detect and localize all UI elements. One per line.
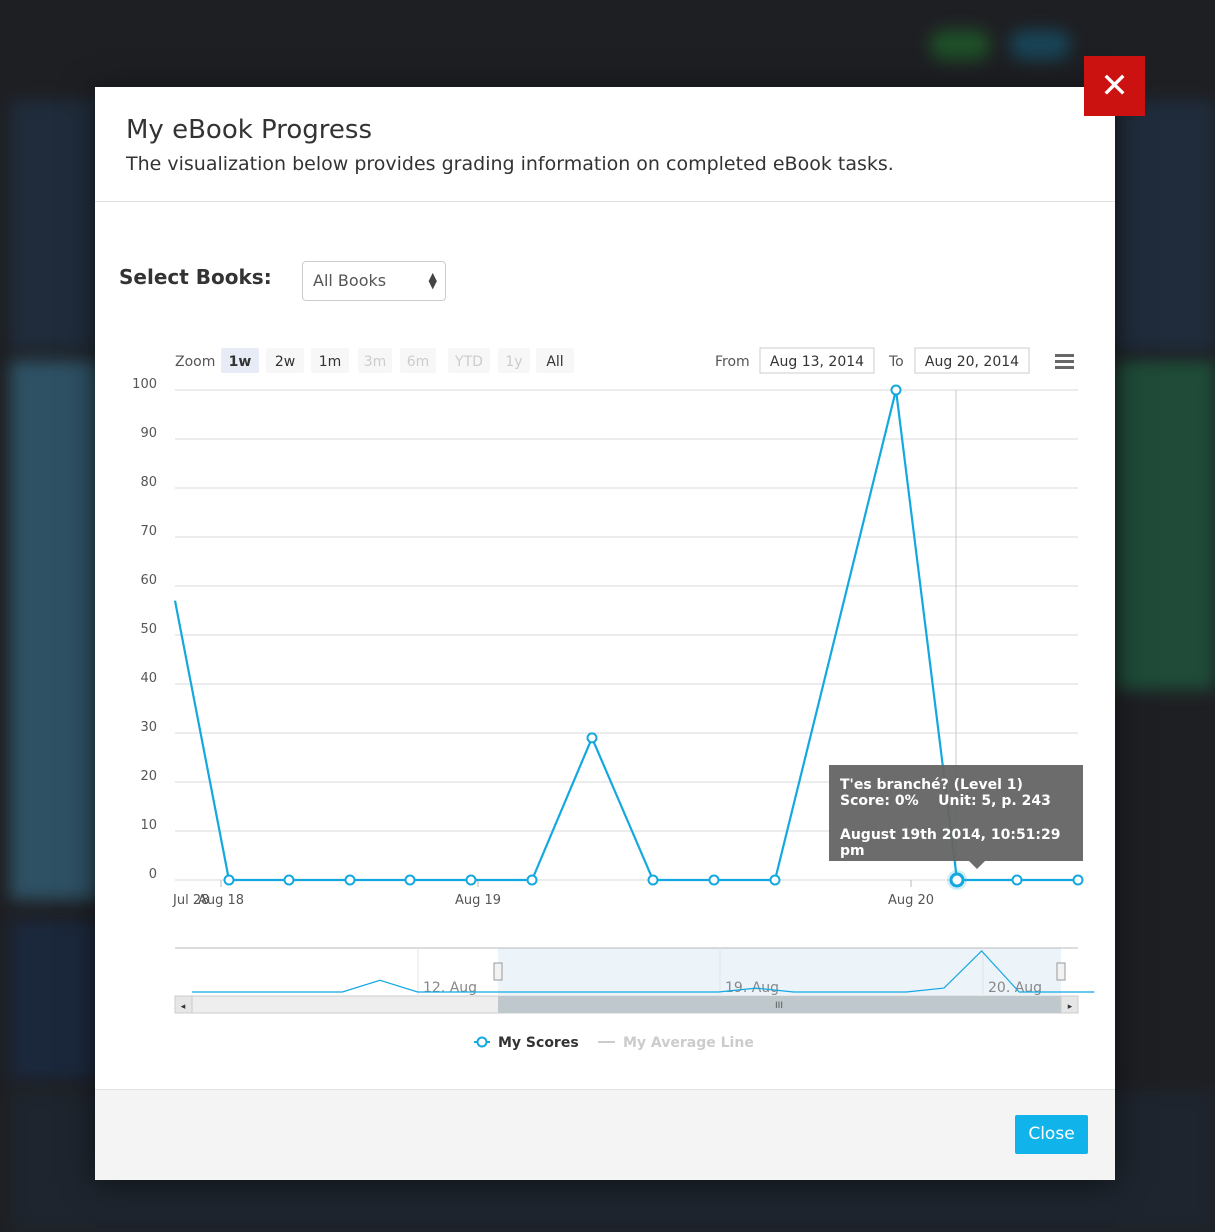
- chart-tooltip: T'es branché? (Level 1) Score: 0% Unit: …: [829, 765, 1083, 869]
- zoom-button-label: 1m: [319, 354, 342, 370]
- score-point[interactable]: [526, 874, 538, 886]
- y-tick-label: 0: [149, 867, 157, 882]
- y-tick-label: 20: [140, 769, 157, 784]
- score-point[interactable]: [404, 874, 416, 886]
- zoom-button-label: YTD: [454, 354, 483, 370]
- y-tick-label: 40: [140, 671, 157, 686]
- from-label: From: [715, 354, 750, 370]
- progress-chart: Zoom 1w 2w 1m 3m 6m YTD 1y All From Aug 13, 2014 To…: [132, 347, 1095, 1051]
- from-date-value: Aug 13, 2014: [770, 354, 864, 370]
- score-point[interactable]: [586, 732, 598, 744]
- y-tick-label: 50: [140, 622, 157, 637]
- hamburger-menu-icon[interactable]: [1055, 360, 1074, 363]
- x-tick-label: Aug 18: [198, 893, 244, 908]
- close-button[interactable]: Close: [1015, 1115, 1088, 1154]
- hamburger-menu-icon[interactable]: [1055, 366, 1074, 369]
- legend-my-average-line[interactable]: My Average Line: [623, 1035, 754, 1051]
- score-point[interactable]: [223, 874, 235, 886]
- legend-my-scores[interactable]: My Scores: [498, 1035, 579, 1051]
- hamburger-menu-icon[interactable]: [1055, 354, 1074, 357]
- legend-my-scores-marker: [476, 1036, 488, 1048]
- zoom-button-label: 3m: [364, 354, 387, 370]
- y-tick-label: 60: [140, 573, 157, 588]
- scroll-right-icon: ▸: [1068, 1002, 1073, 1012]
- navigator-selected-range[interactable]: [498, 948, 1061, 995]
- x-tick-label: Aug 20: [888, 893, 934, 908]
- score-point[interactable]: [890, 384, 902, 396]
- x-tick-label: Aug 19: [455, 893, 501, 908]
- navigator-handle[interactable]: [493, 962, 503, 981]
- zoom-button-label: All: [546, 354, 563, 370]
- y-tick-label: 70: [140, 524, 157, 539]
- zoom-button-label: 1w: [229, 354, 252, 370]
- score-point[interactable]: [465, 874, 477, 886]
- modal-footer: Close: [95, 1089, 1115, 1180]
- zoom-button-label: 6m: [407, 354, 430, 370]
- close-x-icon[interactable]: ✕: [1084, 56, 1145, 116]
- zoom-label: Zoom: [175, 354, 215, 370]
- score-point[interactable]: [647, 874, 659, 886]
- to-label: To: [888, 354, 904, 370]
- navigator-handle[interactable]: [1056, 962, 1066, 981]
- zoom-button-label: 2w: [275, 354, 295, 370]
- y-tick-label: 30: [140, 720, 157, 735]
- tooltip-date: August 19th 2014, 10:51:29 pm: [840, 827, 1061, 859]
- score-point[interactable]: [1072, 874, 1084, 886]
- y-tick-label: 10: [140, 818, 157, 833]
- zoom-button-label: 1y: [505, 354, 522, 370]
- score-point[interactable]: [283, 874, 295, 886]
- scrollbar-grip-icon: III: [775, 1001, 783, 1011]
- progress-modal: My eBook Progress The visualization belo…: [95, 87, 1115, 1180]
- scroll-left-icon: ◂: [181, 1002, 186, 1012]
- score-point[interactable]: [1011, 874, 1023, 886]
- y-tick-label: 80: [140, 475, 157, 490]
- to-date-value: Aug 20, 2014: [925, 354, 1019, 370]
- y-tick-label: 100: [132, 377, 157, 392]
- navigator-label: 12. Aug: [423, 980, 477, 996]
- y-tick-label: 90: [140, 426, 157, 441]
- tooltip-caret: [969, 861, 985, 869]
- score-point[interactable]: [344, 874, 356, 886]
- score-point[interactable]: [949, 872, 965, 888]
- score-point[interactable]: [769, 874, 781, 886]
- tooltip-score: Score: 0% Unit: 5, p. 243: [840, 793, 1051, 809]
- tooltip-title: T'es branché? (Level 1): [840, 777, 1023, 793]
- score-point[interactable]: [708, 874, 720, 886]
